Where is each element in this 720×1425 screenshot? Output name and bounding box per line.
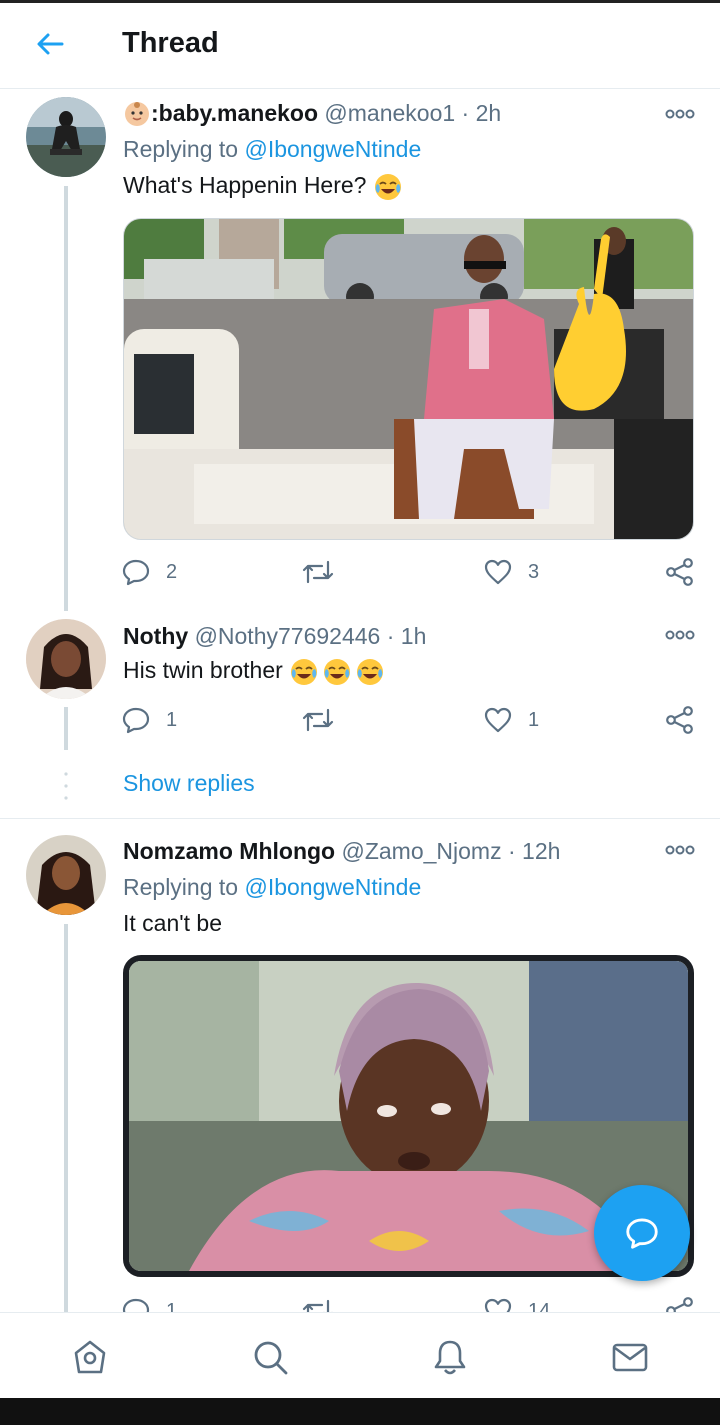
bottom-navigation (0, 1312, 720, 1398)
share-button[interactable] (664, 555, 696, 589)
avatar[interactable] (26, 619, 106, 699)
retweet-button[interactable] (300, 703, 350, 737)
reply-icon (122, 707, 150, 734)
retweet-icon (302, 560, 334, 584)
replying-to-link[interactable]: @IbongweNtinde (244, 136, 421, 162)
nav-notifications[interactable] (428, 1335, 472, 1379)
tweet-actions: 2 3 (120, 555, 700, 589)
share-button[interactable] (664, 1294, 696, 1312)
divider (0, 818, 720, 819)
search-icon (254, 1341, 288, 1375)
display-name[interactable]: :baby.manekoo (151, 100, 318, 126)
page-title: Thread (122, 27, 219, 59)
thread-line (64, 924, 68, 1312)
separator-dot: · (386, 623, 395, 649)
tweet-photo[interactable] (123, 218, 694, 540)
tweet-header: :baby.manekoo @manekoo1 · 2h (123, 98, 501, 128)
reply-count: 2 (166, 560, 178, 583)
tweet-text: It can't be (123, 910, 222, 937)
baby-emoji-icon (123, 100, 151, 130)
tweet[interactable]: Nothy @Nothy77692446 · 1h His twin broth… (0, 615, 720, 815)
share-button[interactable] (664, 703, 696, 737)
thread-line (64, 707, 68, 750)
reply-icon (122, 559, 150, 586)
user-handle[interactable]: @Zamo_Njomz (341, 838, 501, 864)
like-count: 1 (528, 708, 540, 731)
reply-button[interactable]: 1 (120, 703, 177, 737)
reply-count: 1 (166, 1299, 178, 1313)
nav-search[interactable] (248, 1335, 292, 1379)
replying-to-link[interactable]: @IbongweNtinde (244, 874, 421, 900)
retweet-icon (302, 1299, 333, 1312)
tweet-text-content: His twin brother (123, 657, 283, 684)
like-button[interactable]: 1 (482, 703, 539, 737)
arrow-left-icon (37, 33, 64, 55)
more-options-button[interactable] (664, 842, 696, 858)
display-name[interactable]: Nothy (123, 623, 188, 649)
tweet-text: What's Happenin Here? (123, 172, 403, 202)
more-options-button[interactable] (664, 106, 696, 122)
timestamp[interactable]: 1h (401, 623, 427, 649)
show-replies-link[interactable]: Show replies (123, 770, 255, 797)
retweet-button[interactable] (300, 1294, 350, 1312)
heart-icon (484, 1298, 512, 1312)
share-icon (666, 558, 693, 586)
tears-of-joy-emoji-icon (373, 172, 403, 202)
more-dots-icon (665, 630, 695, 640)
system-navigation-bar (0, 1398, 720, 1425)
display-name[interactable]: Nomzamo Mhlongo (123, 838, 335, 864)
separator-dot: · (507, 838, 516, 864)
tears-of-joy-emoji-icon (289, 657, 385, 687)
home-icon (74, 1340, 106, 1374)
share-icon (666, 1297, 693, 1312)
header: Thread (0, 3, 720, 89)
replying-to: Replying to @IbongweNtinde (123, 136, 421, 163)
tweet-actions: 1 14 (120, 1294, 700, 1312)
tweet-actions: 1 1 (120, 703, 700, 737)
user-handle[interactable]: @Nothy77692446 (195, 623, 381, 649)
tweet-text-content: It can't be (123, 910, 223, 936)
like-button[interactable]: 3 (482, 555, 539, 589)
replying-to: Replying to @IbongweNtinde (123, 874, 421, 901)
nav-messages[interactable] (608, 1335, 652, 1379)
reply-icon (122, 1298, 150, 1312)
retweet-button[interactable] (300, 555, 350, 589)
compose-reply-button[interactable] (594, 1185, 690, 1281)
tweet-header: Nomzamo Mhlongo @Zamo_Njomz · 12h (123, 836, 560, 866)
like-count: 14 (528, 1299, 551, 1313)
heart-icon (484, 707, 512, 733)
avatar[interactable] (26, 97, 106, 177)
replying-label: Replying to (123, 874, 239, 900)
reply-count: 1 (166, 708, 178, 731)
reply-button[interactable]: 2 (120, 555, 177, 589)
replying-label: Replying to (123, 136, 239, 162)
reply-button[interactable]: 1 (120, 1294, 177, 1312)
thread-line (64, 186, 68, 611)
tweet-text-content: What's Happenin Here? (123, 172, 367, 199)
nav-home[interactable] (68, 1335, 112, 1379)
more-dots-icon (665, 109, 695, 119)
like-count: 3 (528, 560, 540, 583)
thread-continuation-dots (64, 772, 68, 800)
back-button[interactable] (30, 25, 70, 65)
tweet[interactable]: :baby.manekoo @manekoo1 · 2h Replying to… (0, 90, 720, 615)
more-dots-icon (665, 845, 695, 855)
tweet-header: Nothy @Nothy77692446 · 1h (123, 621, 426, 651)
like-button[interactable]: 14 (482, 1294, 550, 1312)
avatar[interactable] (26, 835, 106, 915)
user-handle[interactable]: @manekoo1 (324, 100, 455, 126)
heart-icon (484, 559, 512, 585)
retweet-icon (302, 708, 334, 732)
notifications-icon (434, 1340, 466, 1375)
share-icon (666, 706, 693, 734)
messages-icon (612, 1343, 648, 1372)
chat-bubble-icon (626, 1218, 658, 1249)
more-options-button[interactable] (664, 627, 696, 643)
timestamp[interactable]: 2h (476, 100, 502, 126)
separator-dot: · (461, 100, 470, 126)
tweet-text: His twin brother (123, 657, 385, 687)
timestamp[interactable]: 12h (522, 838, 560, 864)
